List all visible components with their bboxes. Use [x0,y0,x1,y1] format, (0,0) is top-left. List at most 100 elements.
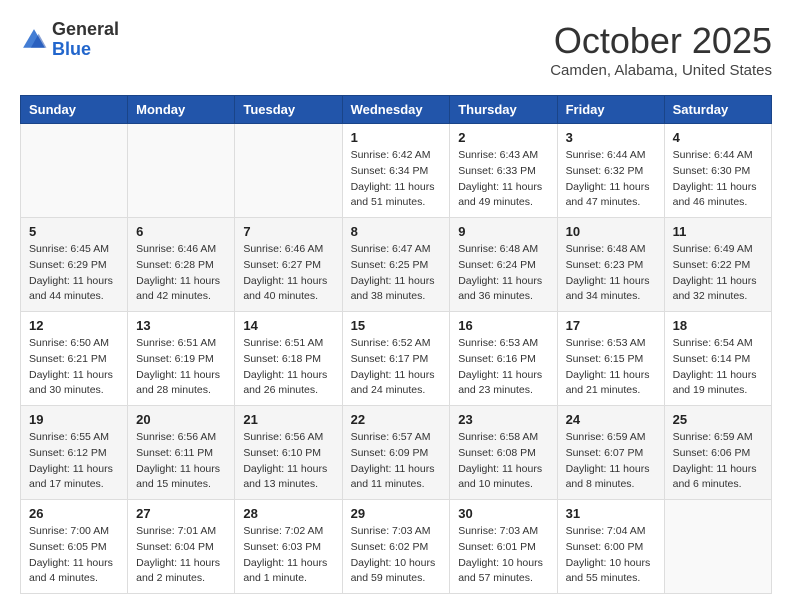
weekday-header-monday: Monday [128,96,235,124]
day-number: 16 [458,318,548,333]
calendar-cell: 11 Sunrise: 6:49 AMSunset: 6:22 PMDayligh… [664,218,771,312]
day-info: Sunrise: 6:53 AMSunset: 6:15 PMDaylight:… [566,336,656,399]
weekday-header-tuesday: Tuesday [235,96,342,124]
day-info: Sunrise: 6:43 AMSunset: 6:33 PMDaylight:… [458,148,548,211]
logo-general-text: General [52,20,119,40]
calendar-cell: 25Sunrise: 6:59 AMSunset: 6:06 PMDayligh… [664,406,771,500]
day-info: Sunrise: 7:03 AMSunset: 6:02 PMDaylight:… [351,524,442,587]
week-row-4: 19Sunrise: 6:55 AMSunset: 6:12 PMDayligh… [21,406,772,500]
calendar-cell: 14 Sunrise: 6:51 AMSunset: 6:18 PMDayligh… [235,312,342,406]
day-number: 9 [458,224,548,239]
calendar-cell: 27 Sunrise: 7:01 AMSunset: 6:04 PMDayligh… [128,500,235,594]
day-info: Sunrise: 6:57 AMSunset: 6:09 PMDaylight:… [351,430,442,493]
calendar-cell: 3 Sunrise: 6:44 AMSunset: 6:32 PMDaylight… [557,124,664,218]
day-info: Sunrise: 6:56 AMSunset: 6:10 PMDaylight:… [243,430,333,493]
day-info: Sunrise: 6:54 AMSunset: 6:14 PMDaylight:… [673,336,763,399]
weekday-header-friday: Friday [557,96,664,124]
logo-blue-text: Blue [52,40,119,60]
calendar-cell: 22 Sunrise: 6:57 AMSunset: 6:09 PMDayligh… [342,406,450,500]
day-number: 26 [29,506,119,521]
calendar-cell: 2Sunrise: 6:43 AMSunset: 6:33 PMDaylight… [450,124,557,218]
calendar-cell: 23 Sunrise: 6:58 AMSunset: 6:08 PMDayligh… [450,406,557,500]
day-info: Sunrise: 6:51 AMSunset: 6:19 PMDaylight:… [136,336,226,399]
calendar-cell: 13 Sunrise: 6:51 AMSunset: 6:19 PMDayligh… [128,312,235,406]
day-info: Sunrise: 6:47 AMSunset: 6:25 PMDaylight:… [351,242,442,305]
day-number: 22 [351,412,442,427]
calendar-cell: 5 Sunrise: 6:45 AMSunset: 6:29 PMDaylight… [21,218,128,312]
calendar-cell: 26 Sunrise: 7:00 AMSunset: 6:05 PMDayligh… [21,500,128,594]
day-number: 13 [136,318,226,333]
day-info: Sunrise: 6:50 AMSunset: 6:21 PMDaylight:… [29,336,119,399]
day-number: 27 [136,506,226,521]
calendar-cell [128,124,235,218]
day-info: Sunrise: 6:58 AMSunset: 6:08 PMDaylight:… [458,430,548,493]
day-number: 5 [29,224,119,239]
day-number: 4 [673,130,763,145]
week-row-3: 12 Sunrise: 6:50 AMSunset: 6:21 PMDayligh… [21,312,772,406]
month-title: October 2025 [550,20,772,62]
day-info: Sunrise: 7:00 AMSunset: 6:05 PMDaylight:… [29,524,119,587]
calendar-cell: 29 Sunrise: 7:03 AMSunset: 6:02 PMDayligh… [342,500,450,594]
day-info: Sunrise: 6:42 AMSunset: 6:34 PMDaylight:… [351,148,442,211]
weekday-header-thursday: Thursday [450,96,557,124]
day-number: 14 [243,318,333,333]
day-number: 29 [351,506,442,521]
day-number: 31 [566,506,656,521]
day-info: Sunrise: 6:46 AMSunset: 6:28 PMDaylight:… [136,242,226,305]
day-info: Sunrise: 7:02 AMSunset: 6:03 PMDaylight:… [243,524,333,587]
weekday-header-sunday: Sunday [21,96,128,124]
calendar-cell [235,124,342,218]
day-number: 23 [458,412,548,427]
day-number: 3 [566,130,656,145]
calendar-cell: 28 Sunrise: 7:02 AMSunset: 6:03 PMDayligh… [235,500,342,594]
day-info: Sunrise: 6:44 AMSunset: 6:30 PMDaylight:… [673,148,763,211]
logo: General Blue [20,20,119,60]
day-number: 12 [29,318,119,333]
weekday-header-saturday: Saturday [664,96,771,124]
calendar-cell: 21 Sunrise: 6:56 AMSunset: 6:10 PMDayligh… [235,406,342,500]
calendar-cell: 7Sunrise: 6:46 AMSunset: 6:27 PMDaylight… [235,218,342,312]
day-info: Sunrise: 6:53 AMSunset: 6:16 PMDaylight:… [458,336,548,399]
calendar-cell [664,500,771,594]
day-number: 1 [351,130,442,145]
calendar-table: SundayMondayTuesdayWednesdayThursdayFrid… [20,95,772,594]
day-info: Sunrise: 7:01 AMSunset: 6:04 PMDaylight:… [136,524,226,587]
calendar-cell: 4 Sunrise: 6:44 AMSunset: 6:30 PMDaylight… [664,124,771,218]
calendar-cell: 10 Sunrise: 6:48 AMSunset: 6:23 PMDayligh… [557,218,664,312]
day-info: Sunrise: 6:44 AMSunset: 6:32 PMDaylight:… [566,148,656,211]
weekday-header-wednesday: Wednesday [342,96,450,124]
day-number: 8 [351,224,442,239]
week-row-5: 26 Sunrise: 7:00 AMSunset: 6:05 PMDayligh… [21,500,772,594]
day-info: Sunrise: 6:51 AMSunset: 6:18 PMDaylight:… [243,336,333,399]
day-number: 21 [243,412,333,427]
day-number: 25 [673,412,763,427]
day-info: Sunrise: 6:56 AMSunset: 6:11 PMDaylight:… [136,430,226,493]
week-row-1: 1 Sunrise: 6:42 AMSunset: 6:34 PMDaylight… [21,124,772,218]
day-info: Sunrise: 6:49 AMSunset: 6:22 PMDaylight:… [673,242,763,305]
day-info: Sunrise: 6:48 AMSunset: 6:23 PMDaylight:… [566,242,656,305]
week-row-2: 5 Sunrise: 6:45 AMSunset: 6:29 PMDaylight… [21,218,772,312]
day-info: Sunrise: 6:45 AMSunset: 6:29 PMDaylight:… [29,242,119,305]
title-block: October 2025 Camden, Alabama, United Sta… [550,20,772,79]
calendar-cell: 1 Sunrise: 6:42 AMSunset: 6:34 PMDaylight… [342,124,450,218]
day-number: 18 [673,318,763,333]
calendar-cell: 30Sunrise: 7:03 AMSunset: 6:01 PMDayligh… [450,500,557,594]
logo-icon [20,26,48,54]
day-number: 10 [566,224,656,239]
calendar-cell: 15Sunrise: 6:52 AMSunset: 6:17 PMDayligh… [342,312,450,406]
calendar-cell: 6Sunrise: 6:46 AMSunset: 6:28 PMDaylight… [128,218,235,312]
day-info: Sunrise: 6:59 AMSunset: 6:07 PMDaylight:… [566,430,656,493]
calendar-cell: 8 Sunrise: 6:47 AMSunset: 6:25 PMDaylight… [342,218,450,312]
day-info: Sunrise: 7:03 AMSunset: 6:01 PMDaylight:… [458,524,548,587]
calendar-cell: 19Sunrise: 6:55 AMSunset: 6:12 PMDayligh… [21,406,128,500]
day-info: Sunrise: 7:04 AMSunset: 6:00 PMDaylight:… [566,524,656,587]
day-number: 11 [673,224,763,239]
day-info: Sunrise: 6:46 AMSunset: 6:27 PMDaylight:… [243,242,333,305]
day-number: 19 [29,412,119,427]
header-row: SundayMondayTuesdayWednesdayThursdayFrid… [21,96,772,124]
calendar-cell [21,124,128,218]
location: Camden, Alabama, United States [550,62,772,79]
day-number: 15 [351,318,442,333]
calendar-cell: 16 Sunrise: 6:53 AMSunset: 6:16 PMDayligh… [450,312,557,406]
day-number: 28 [243,506,333,521]
